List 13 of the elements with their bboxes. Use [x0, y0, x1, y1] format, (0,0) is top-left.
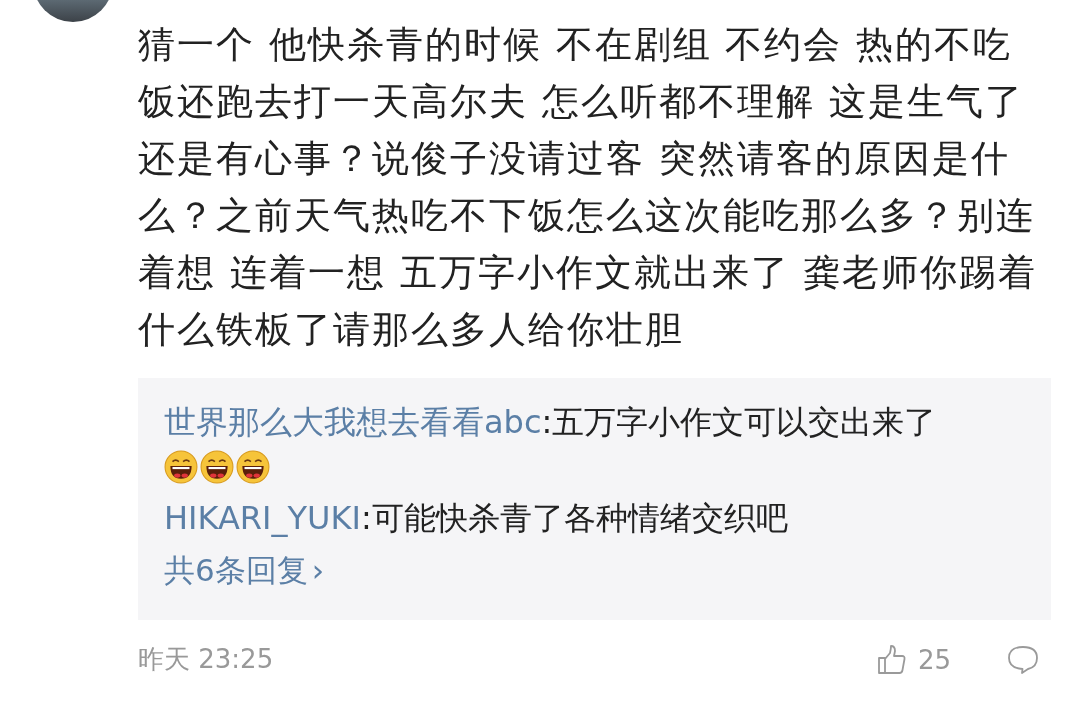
username-link[interactable]: 世界那么大我想去看看abc	[164, 403, 542, 441]
laughing-emoji-icon	[200, 450, 234, 484]
more-replies-link[interactable]: 共6条回复›	[164, 544, 325, 596]
like-count: 25	[917, 644, 951, 675]
username-link[interactable]: HIKARI_YUKI	[164, 499, 361, 537]
reply-text: 世界那么大我想去看看abc:五万字小作文可以交出来了	[164, 402, 938, 443]
thumbs-up-icon[interactable]	[875, 643, 908, 676]
comment-time: 昨天 23:25	[138, 643, 274, 676]
reply-text: HIKARI_YUKI:可能快杀青了各种情绪交织吧	[164, 498, 789, 539]
comment-icon[interactable]	[1005, 643, 1041, 676]
laughing-emoji-icon	[236, 450, 270, 484]
laughing-emoji-icon	[164, 450, 198, 484]
comment-text: 猜一个 他快杀青的时候 不在剧组 不约会 热的不吃饭还跑去打一天高尔夫 怎么听都不理解 这是生气了还是有心事？说俊子没请过客 突然请客的原因是什么？之前天气热吃不下饭怎么这次能吃那么多？别连着想 连着一想 五万字小作文就出来了 龚老师你踢着什么铁板了请那么多人给你壮胆	[138, 22, 1039, 353]
